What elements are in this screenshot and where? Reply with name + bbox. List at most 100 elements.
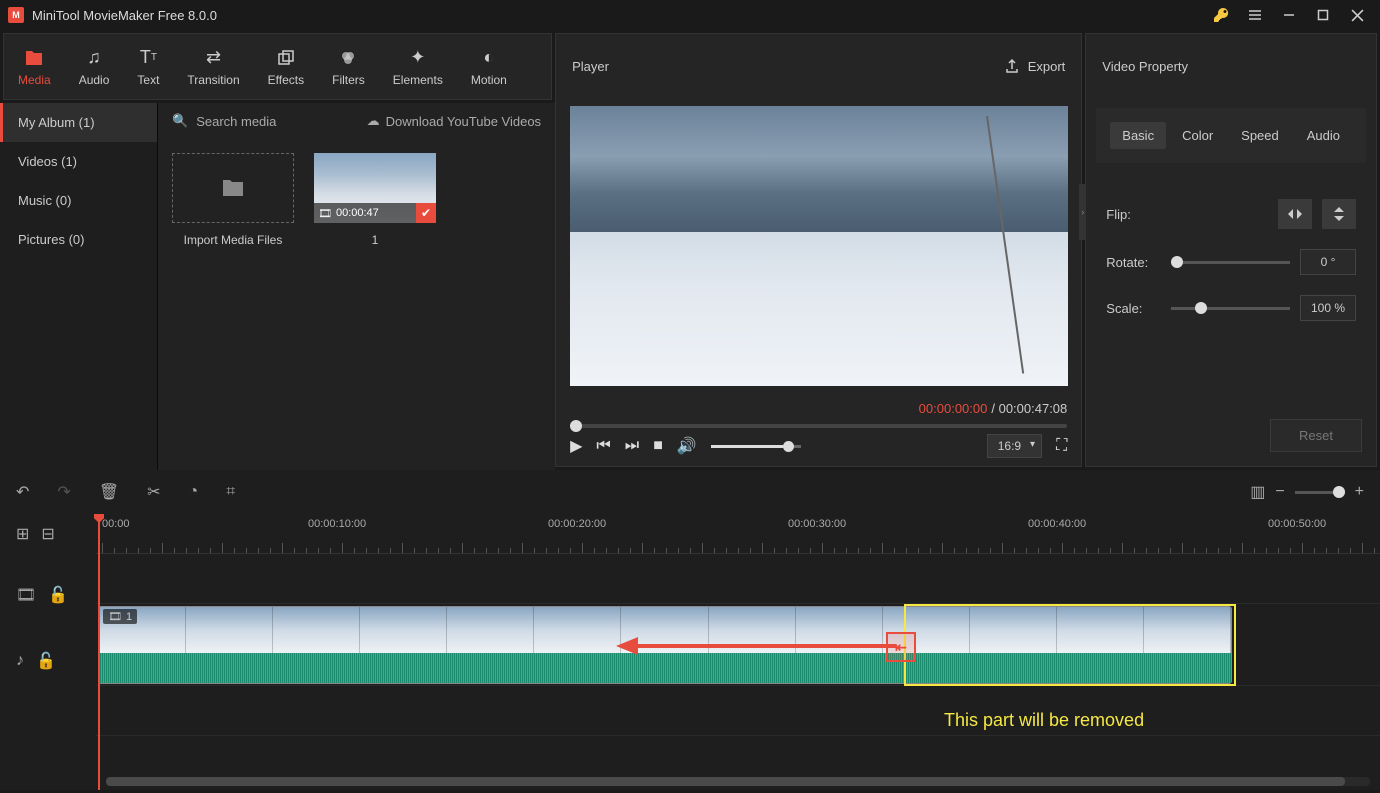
audio-track-icon: ♪	[16, 652, 24, 670]
tool-text[interactable]: TT Text	[123, 34, 173, 99]
download-youtube-link[interactable]: ☁ Download YouTube Videos	[367, 113, 541, 129]
undo-button[interactable]: ↶	[16, 482, 29, 502]
download-icon: ☁	[367, 113, 380, 129]
sidebar-item-videos[interactable]: Videos (1)	[0, 142, 157, 181]
tool-audio[interactable]: ♫ Audio	[65, 34, 124, 99]
folder-icon	[24, 47, 44, 69]
redo-button[interactable]: ↷	[57, 482, 70, 502]
trim-icon: ⇤	[895, 639, 907, 656]
playback-progress[interactable]	[570, 424, 1067, 428]
close-button[interactable]	[1342, 0, 1372, 30]
rotate-slider[interactable]	[1171, 261, 1290, 264]
volume-icon[interactable]: 🔊	[677, 436, 697, 456]
fit-button[interactable]: ▥	[1250, 482, 1265, 502]
prev-frame-button[interactable]: ⏮	[596, 437, 610, 455]
tool-motion[interactable]: ◐ Motion	[457, 34, 521, 99]
lock-icon[interactable]: 🔓	[36, 651, 56, 671]
flip-horizontal-button[interactable]	[1278, 199, 1312, 229]
zoom-slider[interactable]	[1295, 491, 1345, 494]
import-media-button[interactable]	[172, 153, 294, 223]
trim-handle[interactable]: ⇤	[886, 632, 916, 662]
annotation-arrow	[636, 644, 896, 648]
check-icon: ✔	[416, 203, 436, 223]
transition-icon: ⇄	[206, 47, 221, 69]
tool-label: Transition	[187, 73, 239, 87]
property-title: Video Property	[1102, 59, 1188, 74]
rotate-value[interactable]: 0 °	[1300, 249, 1356, 275]
tab-speed[interactable]: Speed	[1229, 122, 1291, 149]
tool-filters[interactable]: Filters	[318, 34, 379, 99]
search-media[interactable]: 🔍 Search media	[172, 113, 276, 129]
time-total: 00:00:47:08	[999, 401, 1068, 416]
video-preview[interactable]	[570, 106, 1068, 386]
export-button[interactable]: Export	[1004, 58, 1066, 74]
media-clip-thumbnail[interactable]: 🎞 00:00:47 ✔	[314, 153, 436, 223]
effects-icon	[277, 47, 295, 69]
scale-value[interactable]: 100 %	[1300, 295, 1356, 321]
volume-slider[interactable]	[711, 445, 801, 448]
aspect-value: 16:9	[998, 439, 1021, 453]
fullscreen-button[interactable]: ⛶	[1056, 437, 1067, 455]
export-icon	[1004, 58, 1020, 74]
zoom-out-button[interactable]: −	[1275, 483, 1284, 501]
crop-button[interactable]: ⌗	[226, 483, 235, 501]
sidebar-item-music[interactable]: Music (0)	[0, 181, 157, 220]
add-track-icon[interactable]: ⊞	[16, 524, 29, 544]
play-button[interactable]: ▶	[570, 436, 582, 456]
playhead[interactable]	[98, 514, 100, 790]
flip-label: Flip:	[1106, 207, 1161, 222]
tool-label: Media	[18, 73, 51, 87]
panel-collapse-handle[interactable]: ›	[1079, 184, 1086, 240]
sidebar-item-pictures[interactable]: Pictures (0)	[0, 220, 157, 259]
app-logo-icon: M	[8, 7, 24, 23]
video-track-icon: 🎞	[16, 585, 36, 605]
download-label: Download YouTube Videos	[386, 114, 541, 129]
collapse-track-icon[interactable]: ⊟	[41, 524, 54, 544]
reset-button[interactable]: Reset	[1270, 419, 1362, 452]
zoom-in-button[interactable]: +	[1355, 483, 1364, 501]
menu-icon[interactable]	[1240, 0, 1270, 30]
chevron-down-icon: ▾	[1030, 439, 1035, 450]
tab-basic[interactable]: Basic	[1110, 122, 1166, 149]
tab-color[interactable]: Color	[1170, 122, 1225, 149]
sidebar-item-myalbum[interactable]: My Album (1)	[0, 103, 157, 142]
motion-icon: ◐	[483, 47, 494, 69]
timeline-scrollbar[interactable]	[106, 777, 1370, 786]
tool-elements[interactable]: ✦ Elements	[379, 34, 457, 99]
tool-label: Motion	[471, 73, 507, 87]
film-icon: 🎞	[108, 610, 122, 623]
import-label: Import Media Files	[184, 233, 283, 247]
ruler-mark: 00:00:10:00	[308, 518, 366, 530]
ruler-mark: 00:00	[102, 518, 130, 530]
scale-slider[interactable]	[1171, 307, 1290, 310]
filters-icon	[339, 47, 357, 69]
clip-index-label: 1	[372, 233, 379, 247]
split-button[interactable]: ✂	[147, 482, 160, 502]
delete-button[interactable]: 🗑	[99, 482, 119, 502]
license-key-icon[interactable]	[1206, 0, 1236, 30]
search-icon: 🔍	[172, 113, 188, 129]
tool-media[interactable]: Media	[4, 34, 65, 99]
speed-button[interactable]: ◔	[189, 483, 199, 501]
rotate-label: Rotate:	[1106, 255, 1161, 270]
tab-audio[interactable]: Audio	[1295, 122, 1352, 149]
stop-button[interactable]: ■	[653, 437, 663, 455]
minimize-button[interactable]	[1274, 0, 1304, 30]
search-placeholder: Search media	[196, 114, 276, 129]
maximize-button[interactable]	[1308, 0, 1338, 30]
text-icon: TT	[140, 47, 157, 69]
flip-vertical-button[interactable]	[1322, 199, 1356, 229]
aspect-ratio-select[interactable]: 16:9 ▾	[987, 434, 1042, 458]
media-sidebar: My Album (1) Videos (1) Music (0) Pictur…	[0, 103, 158, 470]
tool-transition[interactable]: ⇄ Transition	[173, 34, 253, 99]
ruler-mark: 00:00:30:00	[788, 518, 846, 530]
annotation-text: This part will be removed	[944, 710, 1144, 731]
export-label: Export	[1028, 59, 1066, 74]
tool-effects[interactable]: Effects	[254, 34, 318, 99]
lock-icon[interactable]: 🔓	[48, 585, 68, 605]
app-title: MiniTool MovieMaker Free 8.0.0	[32, 8, 217, 23]
next-frame-button[interactable]: ⏭	[625, 437, 639, 455]
timeline-ruler[interactable]: 00:00 00:00:10:00 00:00:20:00 00:00:30:0…	[96, 514, 1380, 554]
tool-label: Elements	[393, 73, 443, 87]
time-current: 00:00:00:00	[919, 401, 988, 416]
